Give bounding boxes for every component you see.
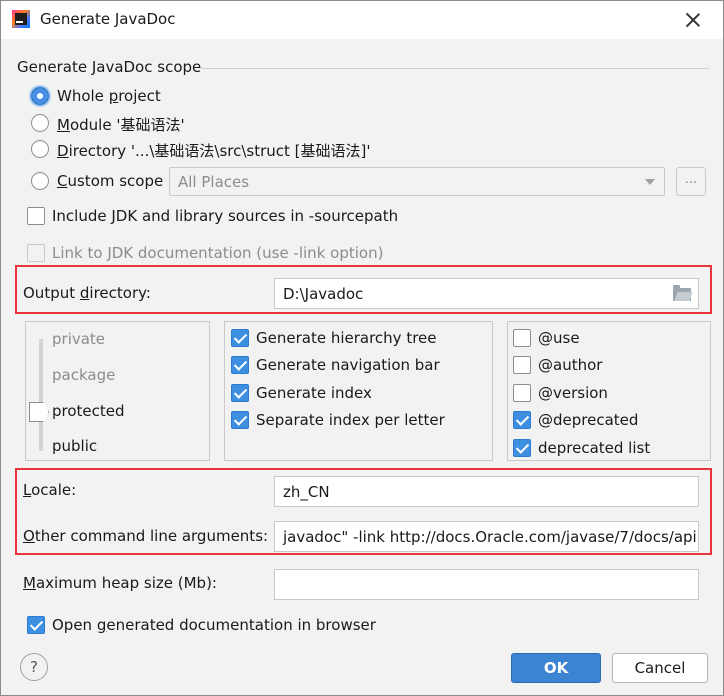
generate-index-checkbox[interactable]: [231, 384, 249, 402]
close-icon[interactable]: [684, 11, 702, 29]
locale-input[interactable]: zh_CN: [274, 476, 699, 507]
custom-scope-browse-button[interactable]: ...: [676, 167, 706, 196]
navigation-bar-checkbox[interactable]: [231, 356, 249, 374]
intellij-app-icon: [12, 10, 30, 28]
tag-use-label[interactable]: @use: [538, 329, 580, 347]
visibility-protected[interactable]: protected: [52, 402, 125, 420]
generate-javadoc-dialog: Generate JavaDoc Generate JavaDoc scope …: [0, 0, 724, 696]
locale-label: Locale:: [23, 481, 77, 499]
deprecated-list-checkbox[interactable]: [513, 439, 531, 457]
window-title: Generate JavaDoc: [40, 10, 176, 28]
output-directory-label: Output directory:: [23, 284, 151, 302]
help-icon[interactable]: ?: [20, 653, 48, 681]
output-directory-input[interactable]: D:\Javadoc: [274, 278, 699, 309]
separate-index-checkbox[interactable]: [231, 411, 249, 429]
deprecated-list-label[interactable]: deprecated list: [538, 439, 650, 457]
command-args-input[interactable]: javadoc" -link http://docs.Oracle.com/ja…: [274, 521, 699, 552]
command-args-value: javadoc" -link http://docs.Oracle.com/ja…: [283, 528, 697, 546]
tag-deprecated-checkbox[interactable]: [513, 411, 531, 429]
visibility-public[interactable]: public: [52, 437, 97, 455]
radio-whole-project[interactable]: [31, 87, 49, 105]
visibility-private[interactable]: private: [52, 330, 105, 348]
open-in-browser-label[interactable]: Open generated documentation in browser: [52, 616, 376, 634]
custom-scope-value: All Places: [178, 173, 250, 191]
separate-index-label[interactable]: Separate index per letter: [256, 411, 445, 429]
section-divider: [201, 68, 709, 69]
radio-whole-project-label[interactable]: Whole project: [57, 87, 161, 105]
folder-icon[interactable]: [673, 285, 691, 301]
output-directory-value: D:\Javadoc: [283, 285, 364, 303]
link-jdk-label: Link to JDK documentation (use -link opt…: [52, 244, 384, 262]
tag-deprecated-label[interactable]: @deprecated: [538, 411, 638, 429]
radio-custom-scope-label[interactable]: Custom scope: [57, 172, 163, 190]
heap-size-label: Maximum heap size (Mb):: [23, 574, 217, 592]
command-args-label: Other command line arguments:: [23, 527, 269, 545]
locale-value: zh_CN: [283, 483, 330, 501]
open-in-browser-checkbox[interactable]: [27, 616, 45, 634]
tag-version-checkbox[interactable]: [513, 384, 531, 402]
custom-scope-dropdown[interactable]: All Places: [169, 167, 665, 196]
tag-version-label[interactable]: @version: [538, 384, 608, 402]
radio-module-label[interactable]: Module '基础语法': [57, 114, 185, 135]
include-jdk-label[interactable]: Include JDK and library sources in -sour…: [52, 207, 398, 225]
tag-author-checkbox[interactable]: [513, 356, 531, 374]
ok-button[interactable]: OK: [511, 653, 601, 683]
tag-use-checkbox[interactable]: [513, 329, 531, 347]
hierarchy-tree-checkbox[interactable]: [231, 329, 249, 347]
heap-size-input[interactable]: [274, 569, 699, 600]
radio-module[interactable]: [31, 114, 49, 132]
chevron-down-icon: [645, 179, 655, 185]
title-bar: Generate JavaDoc: [1, 1, 723, 39]
link-jdk-checkbox[interactable]: [27, 244, 45, 262]
cancel-button[interactable]: Cancel: [612, 653, 708, 683]
radio-directory[interactable]: [31, 140, 49, 158]
visibility-package[interactable]: package: [52, 366, 115, 384]
radio-directory-label[interactable]: Directory '...\基础语法\src\struct [基础语法]': [57, 140, 371, 161]
scope-section-title: Generate JavaDoc scope: [17, 58, 202, 76]
radio-custom-scope[interactable]: [31, 172, 49, 190]
tag-author-label[interactable]: @author: [538, 356, 602, 374]
include-jdk-checkbox[interactable]: [27, 207, 45, 225]
visibility-slider-track[interactable]: [39, 339, 43, 451]
generate-index-label[interactable]: Generate index: [256, 384, 372, 402]
navigation-bar-label[interactable]: Generate navigation bar: [256, 356, 440, 374]
hierarchy-tree-label[interactable]: Generate hierarchy tree: [256, 329, 437, 347]
